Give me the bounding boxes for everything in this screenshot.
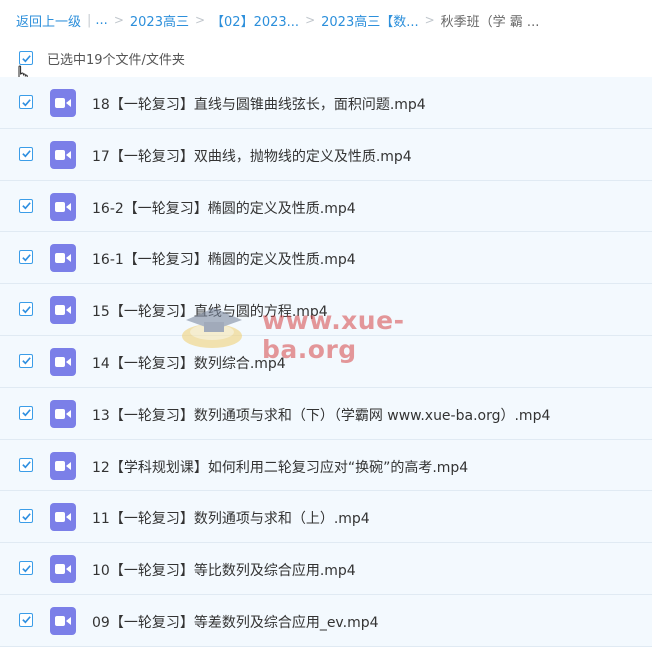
file-name[interactable]: 17【一轮复习】双曲线，抛物线的定义及性质.mp4 xyxy=(92,146,412,166)
file-row[interactable]: 09【一轮复习】等差数列及综合应用_ev.mp4 xyxy=(0,594,652,647)
row-checkbox[interactable] xyxy=(19,198,33,213)
file-row[interactable]: 15【一轮复习】直线与圆的方程.mp4 xyxy=(0,284,652,336)
row-checkbox[interactable] xyxy=(19,457,33,472)
row-checkbox[interactable] xyxy=(19,405,33,420)
selection-count: 已选中19个文件/文件夹 xyxy=(47,53,185,68)
video-file-icon xyxy=(50,555,76,584)
file-row[interactable]: 10【一轮复习】等比数列及综合应用.mp4 xyxy=(0,543,652,595)
chevron-right-icon: > xyxy=(424,13,435,27)
back-link[interactable]: 返回上一级 xyxy=(16,11,81,30)
breadcrumb-item[interactable]: 2023高三【数... xyxy=(321,11,418,30)
file-list: 18【一轮复习】直线与圆锥曲线弦长，面积问题.mp4 17【一轮复习】双曲线，抛物… xyxy=(0,77,652,647)
video-file-icon xyxy=(50,89,76,117)
row-checkbox[interactable] xyxy=(19,612,33,627)
row-checkbox[interactable] xyxy=(19,302,33,317)
row-checkbox[interactable] xyxy=(19,250,33,265)
row-checkbox[interactable] xyxy=(19,561,33,576)
video-file-icon xyxy=(50,140,76,169)
video-file-icon xyxy=(50,451,76,480)
video-file-icon xyxy=(50,244,76,273)
row-checkbox[interactable] xyxy=(19,95,33,109)
breadcrumb: 返回上一级 | ... > 2023高三 > 【02】2023... > 202… xyxy=(16,9,652,31)
checkbox-checked-icon xyxy=(21,513,31,521)
select-all-checkbox[interactable] xyxy=(19,51,33,65)
checkbox-checked-icon xyxy=(21,409,31,417)
checkbox-checked-icon xyxy=(21,54,31,62)
file-row[interactable]: 16-1【一轮复习】椭圆的定义及性质.mp4 xyxy=(0,232,652,285)
checkbox-checked-icon xyxy=(21,616,31,624)
chevron-right-icon: > xyxy=(113,13,124,27)
file-row[interactable]: 13【一轮复习】数列通项与求和（下）（学霸网 www.xue-ba.org）.m… xyxy=(0,387,652,440)
file-row[interactable]: 12【学科规划课】如何利用二轮复习应对“换碗”的高考.mp4 xyxy=(0,439,652,492)
file-name[interactable]: 10【一轮复习】等比数列及综合应用.mp4 xyxy=(92,560,356,580)
checkbox-checked-icon xyxy=(21,254,31,262)
file-row[interactable]: 16-2【一轮复习】椭圆的定义及性质.mp4 xyxy=(0,180,652,233)
video-file-icon xyxy=(50,606,76,635)
file-row[interactable]: 14【一轮复习】数列综合.mp4 xyxy=(0,335,652,388)
file-name[interactable]: 14【一轮复习】数列综合.mp4 xyxy=(92,353,286,373)
file-row[interactable]: 17【一轮复习】双曲线，抛物线的定义及性质.mp4 xyxy=(0,128,652,181)
file-name[interactable]: 15【一轮复习】直线与圆的方程.mp4 xyxy=(92,301,328,321)
checkbox-checked-icon xyxy=(21,461,31,469)
checkbox-checked-icon xyxy=(21,357,31,365)
row-checkbox[interactable] xyxy=(19,353,33,368)
row-checkbox[interactable] xyxy=(19,509,33,524)
chevron-right-icon: > xyxy=(305,13,316,27)
file-name[interactable]: 13【一轮复习】数列通项与求和（下）（学霸网 www.xue-ba.org）.m… xyxy=(92,405,550,425)
selection-bar: 已选中19个文件/文件夹 xyxy=(0,44,652,72)
file-name[interactable]: 11【一轮复习】数列通项与求和（上）.mp4 xyxy=(92,508,370,528)
checkbox-checked-icon xyxy=(21,305,31,314)
breadcrumb-current: 秋季班（学 霸 ... xyxy=(440,14,540,30)
video-file-icon xyxy=(50,347,76,376)
video-file-icon xyxy=(50,192,76,221)
checkbox-checked-icon xyxy=(21,150,31,158)
checkbox-checked-icon xyxy=(21,202,31,210)
video-file-icon xyxy=(50,503,76,532)
chevron-right-icon: > xyxy=(194,13,206,27)
file-name[interactable]: 12【学科规划课】如何利用二轮复习应对“换碗”的高考.mp4 xyxy=(92,457,468,477)
video-file-icon xyxy=(50,296,76,325)
checkbox-checked-icon xyxy=(21,98,31,106)
file-name[interactable]: 09【一轮复习】等差数列及综合应用_ev.mp4 xyxy=(92,612,379,632)
file-row[interactable]: 11【一轮复习】数列通项与求和（上）.mp4 xyxy=(0,491,652,544)
video-file-icon xyxy=(50,399,76,428)
file-row[interactable]: 18【一轮复习】直线与圆锥曲线弦长，面积问题.mp4 xyxy=(0,77,652,129)
breadcrumb-item[interactable]: 【02】2023... xyxy=(211,11,299,30)
row-checkbox[interactable] xyxy=(19,146,33,161)
file-name[interactable]: 18【一轮复习】直线与圆锥曲线弦长，面积问题.mp4 xyxy=(92,94,426,114)
breadcrumb-item[interactable]: 2023高三 xyxy=(130,11,189,30)
checkbox-checked-icon xyxy=(21,564,31,573)
breadcrumb-ellipsis[interactable]: ... xyxy=(95,13,107,28)
file-name[interactable]: 16-2【一轮复习】椭圆的定义及性质.mp4 xyxy=(92,198,356,218)
breadcrumb-divider: | xyxy=(87,12,92,28)
file-name[interactable]: 16-1【一轮复习】椭圆的定义及性质.mp4 xyxy=(92,249,356,269)
